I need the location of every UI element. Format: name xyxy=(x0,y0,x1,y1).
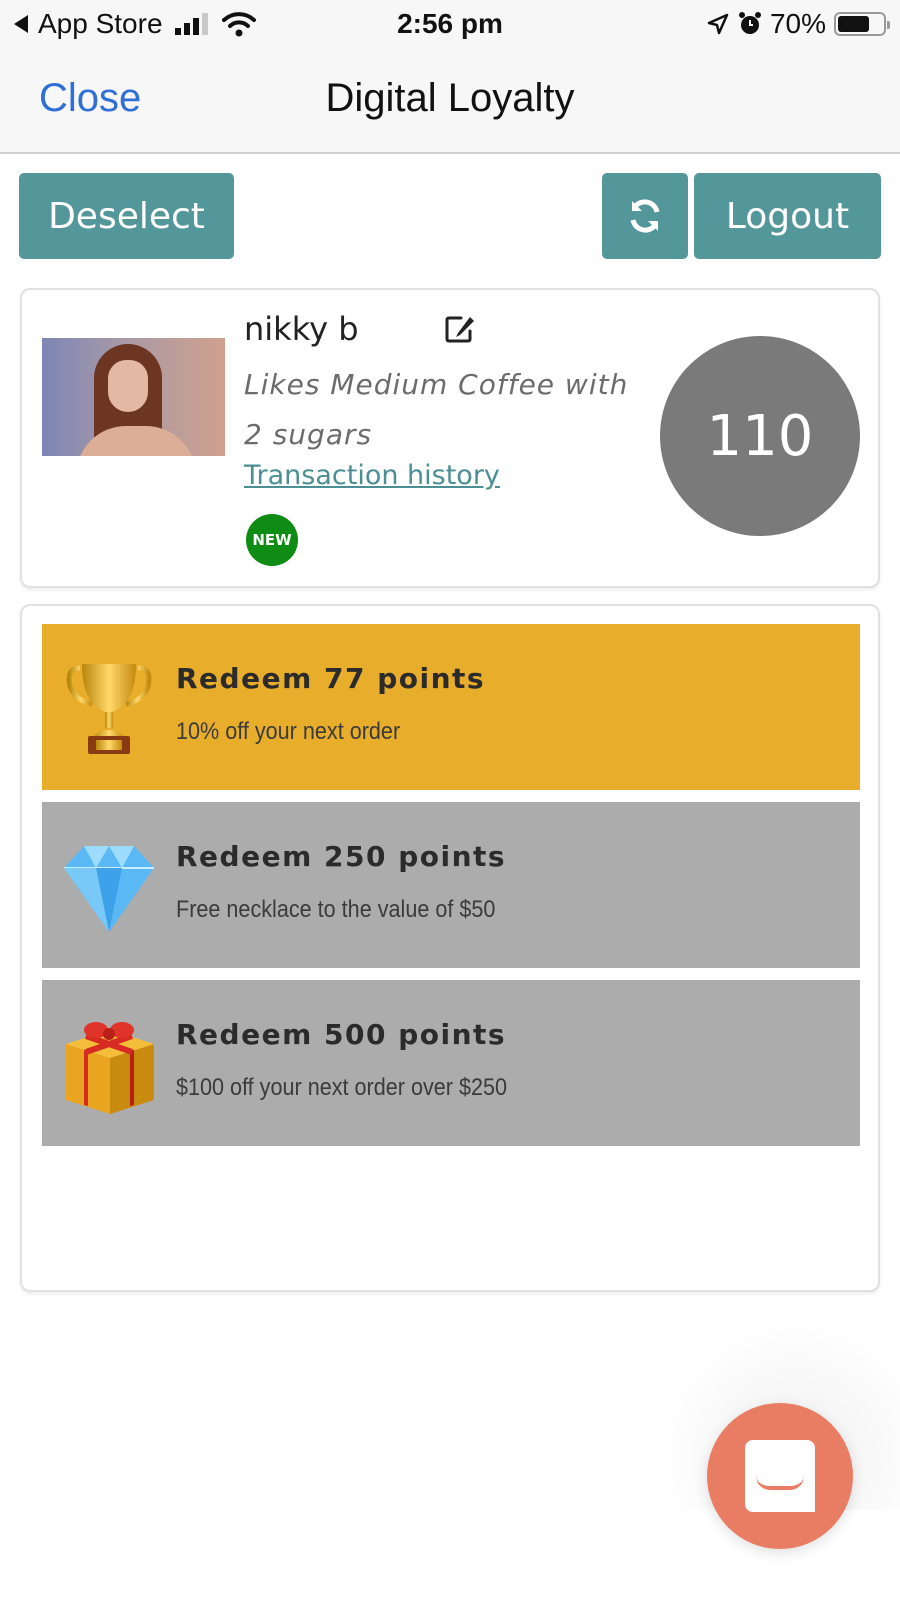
location-icon xyxy=(707,13,729,35)
gift-icon xyxy=(66,1022,154,1114)
page-title: Digital Loyalty xyxy=(325,76,575,120)
refresh-icon xyxy=(630,199,660,233)
reward-description: 10% off your next order xyxy=(176,718,401,745)
reward-title: Redeem 250 points xyxy=(176,840,507,873)
trophy-icon xyxy=(66,664,152,754)
reward-item[interactable]: Redeem 250 points Free necklace to the v… xyxy=(42,802,860,968)
status-bar-right: 70% xyxy=(706,8,890,40)
reward-item[interactable]: Redeem 500 points $100 off your next ord… xyxy=(42,980,860,1146)
reward-item[interactable]: Redeem 77 points 10% off your next order xyxy=(42,624,860,790)
battery-fill xyxy=(838,16,869,32)
reward-title: Redeem 500 points xyxy=(176,1018,507,1051)
chat-launcher-button[interactable] xyxy=(707,1403,853,1549)
battery-icon xyxy=(834,12,890,36)
refresh-button[interactable] xyxy=(602,173,688,259)
logout-button[interactable]: Logout xyxy=(694,173,881,259)
status-bar: App Store 2:56 pm 70% xyxy=(0,0,900,50)
chat-icon xyxy=(745,1440,815,1512)
customer-name: nikky b xyxy=(244,310,359,348)
battery-percent: 70% xyxy=(769,8,826,39)
customer-profile-card: nikky b Likes Medium Coffee with 2 sugar… xyxy=(20,288,880,588)
edit-icon[interactable] xyxy=(444,312,478,344)
diamond-icon xyxy=(64,846,154,932)
reward-description: Free necklace to the value of $50 xyxy=(176,896,496,923)
transaction-history-link[interactable]: Transaction history xyxy=(244,460,500,491)
customer-avatar xyxy=(42,338,225,456)
reward-description: $100 off your next order over $250 xyxy=(176,1074,508,1101)
points-balance: 110 xyxy=(660,336,860,536)
new-badge: NEW xyxy=(246,514,298,566)
customer-note: Likes Medium Coffee with 2 sugars xyxy=(244,368,629,451)
alarm-icon xyxy=(738,12,761,34)
reward-title: Redeem 77 points xyxy=(176,662,486,695)
deselect-button[interactable]: Deselect xyxy=(19,173,234,259)
navigation-bar: Close Digital Loyalty xyxy=(0,50,900,154)
rewards-card: Redeem 77 points 10% off your next order… xyxy=(20,604,880,1292)
